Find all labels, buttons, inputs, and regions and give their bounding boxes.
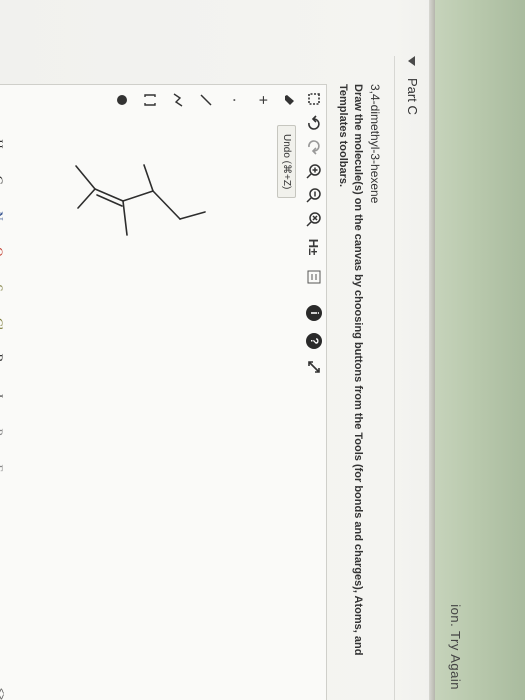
bracket-icon[interactable]: [140, 90, 160, 110]
drawing-canvas[interactable]: [10, 115, 300, 700]
molecule-structure: [75, 164, 206, 236]
bond-c2-c3-methyl: [77, 188, 96, 209]
atom-button-h[interactable]: H: [0, 135, 6, 153]
bond-c3-c4: [122, 190, 154, 202]
atom-button-s[interactable]: S: [0, 279, 6, 297]
atom-button-br[interactable]: Br: [0, 351, 6, 369]
bond-c3-methyl: [122, 200, 128, 236]
collapse-triangle-icon[interactable]: [408, 56, 415, 66]
redo-icon[interactable]: [304, 137, 324, 157]
bond-c4-c5: [152, 190, 181, 220]
zoom-in-icon[interactable]: [304, 161, 324, 181]
info-icon[interactable]: i: [306, 305, 322, 321]
feedback-text: ion. Try Again: [448, 604, 463, 690]
more-options-icon[interactable]: <>: [0, 683, 6, 700]
atoms-toolbar: <> HCNOS Cl Br IPF: [0, 115, 8, 700]
part-header[interactable]: Part C: [394, 56, 425, 700]
zoom-out-icon[interactable]: [304, 185, 324, 205]
expand-icon[interactable]: [304, 357, 324, 377]
atom-button-f[interactable]: F: [0, 459, 6, 477]
atom-button-i[interactable]: I: [0, 387, 6, 405]
help-icon[interactable]: ?: [306, 333, 322, 349]
double-bond-line: [96, 194, 123, 207]
atom-button-cl[interactable]: Cl: [0, 315, 6, 333]
ring-template-icon[interactable]: [112, 90, 132, 110]
chain-icon[interactable]: [168, 90, 188, 110]
select-tool-icon[interactable]: [304, 89, 324, 109]
screen: ion. Try Again Part C 3,4-dimethyl-3-hex…: [0, 0, 525, 700]
molecule-name: 3,4-dimethyl-3-hexene: [368, 84, 382, 204]
atom-button-p[interactable]: P: [0, 423, 6, 441]
instructions: Draw the molecule(s) on the canvas by ch…: [337, 84, 364, 656]
h-charge-button[interactable]: H±: [304, 237, 324, 257]
reset-icon[interactable]: [304, 209, 324, 229]
template-icon[interactable]: [304, 267, 324, 287]
atom-button-c[interactable]: C: [0, 171, 6, 189]
eraser-icon[interactable]: [280, 90, 300, 110]
banner-edge: [429, 0, 435, 700]
tools-sidebar: + ·: [0, 85, 300, 115]
atom-button-o[interactable]: O: [0, 243, 6, 261]
bond-c1-c2: [75, 165, 96, 190]
single-bond-icon[interactable]: [196, 90, 216, 110]
bond-c2-c3: [94, 188, 124, 202]
drawing-editor: H± i ? Undo (⌘+Z) + · <> Cl Br: [0, 84, 327, 700]
feedback-banner: ion. Try Again: [435, 0, 525, 700]
plus-charge-icon[interactable]: +: [252, 90, 272, 110]
undo-icon[interactable]: [304, 113, 324, 133]
top-toolbar: H± i ?: [302, 85, 326, 700]
part-title: Part C: [405, 78, 420, 115]
bond-c5-c6: [179, 211, 206, 220]
atom-button-n[interactable]: N: [0, 207, 6, 225]
minus-charge-icon[interactable]: ·: [224, 90, 244, 110]
bond-c4-methyl: [143, 164, 154, 192]
